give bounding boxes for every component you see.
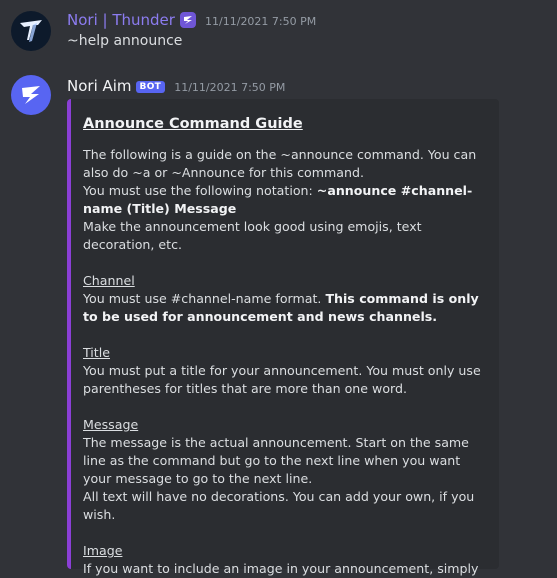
nori-bot-logo-icon (22, 86, 40, 104)
message-text-2: All text will have no decorations. You c… (83, 489, 475, 522)
message-content: ~help announce (67, 33, 183, 49)
message-header: Nori Aim BOT 11/11/2021 7:50 PM (67, 76, 285, 95)
embed-intro-2: You must use the following notation: ~an… (83, 182, 487, 218)
title-text: You must put a title for your announceme… (83, 363, 481, 396)
embed-description: The following is a guide on the ~announc… (83, 146, 487, 578)
channel-text-plain: You must use #channel-name format. (83, 291, 326, 306)
embed-intro-1: The following is a guide on the ~announc… (83, 147, 477, 180)
channel-heading: Channel (83, 273, 135, 288)
embed-intro-3: Make the announcement look good using em… (83, 219, 422, 252)
message-header: Nori | Thunder 11/11/2021 7:50 PM (67, 10, 316, 29)
thunder-logo-icon (20, 20, 42, 42)
image-text: If you want to include an image in your … (83, 561, 479, 576)
avatar[interactable] (11, 75, 51, 115)
channel-text: You must use #channel-name format. This … (83, 290, 487, 326)
timestamp[interactable]: 11/11/2021 7:50 PM (205, 15, 316, 28)
role-icon[interactable] (179, 12, 196, 28)
message-heading: Message (83, 417, 139, 432)
embed: Announce Command Guide The following is … (67, 99, 499, 576)
username[interactable]: Nori Aim (67, 77, 132, 95)
avatar[interactable] (11, 11, 51, 51)
username[interactable]: Nori | Thunder (67, 11, 175, 29)
title-heading: Title (83, 345, 110, 360)
notation-label: You must use the following notation: (83, 183, 317, 198)
embed-title: Announce Command Guide (83, 116, 303, 132)
image-heading: Image (83, 543, 123, 558)
message-text-1: The message is the actual announcement. … (83, 435, 469, 486)
bot-tag: BOT (135, 81, 166, 93)
timestamp[interactable]: 11/11/2021 7:50 PM (174, 81, 285, 94)
